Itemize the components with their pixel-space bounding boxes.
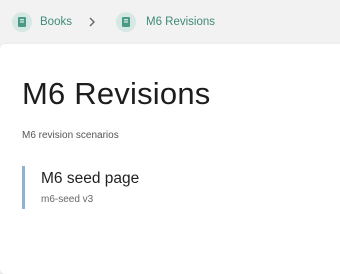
page-description: M6 revision scenarios [22, 130, 119, 141]
book-icon [116, 12, 136, 32]
book-icon [12, 12, 32, 32]
page-title: M6 Revisions [22, 76, 211, 111]
page-entry-subtitle: m6-seed v3 [41, 194, 94, 205]
breadcrumb-label: Books [40, 16, 72, 28]
page-list-item[interactable]: M6 seed page m6-seed v3 [22, 166, 305, 209]
page-entry-title[interactable]: M6 seed page [41, 170, 139, 188]
chevron-right-icon [86, 15, 98, 29]
breadcrumb-item-m6-revisions[interactable]: M6 Revisions [116, 11, 215, 33]
breadcrumb-label: M6 Revisions [146, 16, 216, 28]
breadcrumb-item-books[interactable]: Books [12, 11, 72, 33]
breadcrumb: Books M6 Revisions [0, 0, 340, 44]
